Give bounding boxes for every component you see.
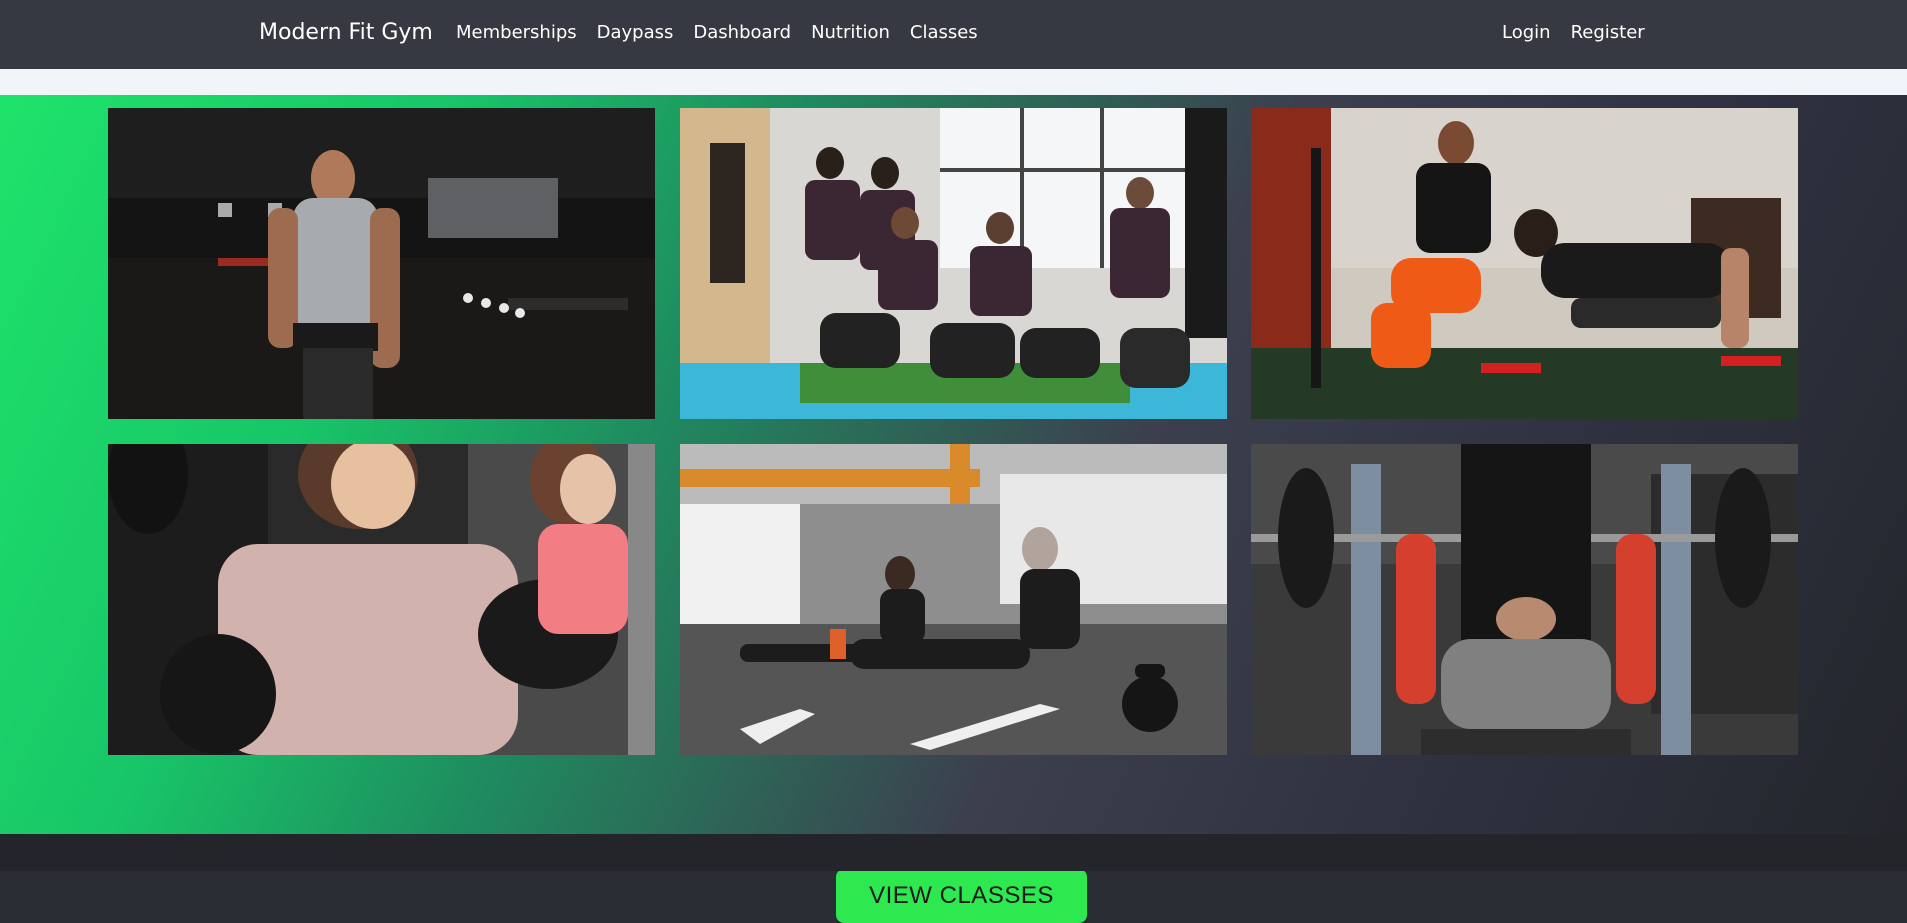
nav-nutrition[interactable]: Nutrition — [811, 22, 890, 43]
nav-classes[interactable]: Classes — [910, 22, 978, 43]
gallery-section: VIEW CLASSES — [0, 95, 1907, 923]
nav-register[interactable]: Register — [1571, 22, 1645, 43]
top-navbar: Modern Fit Gym Memberships Daypass Dashb… — [0, 0, 1907, 69]
gallery-photo-6[interactable] — [1251, 444, 1798, 755]
gallery-photo-5[interactable] — [680, 444, 1227, 755]
light-divider-strip — [0, 69, 1907, 95]
nav-dashboard[interactable]: Dashboard — [693, 22, 791, 43]
gallery-photo-4[interactable] — [108, 444, 655, 755]
gallery-photo-2[interactable] — [680, 108, 1227, 419]
nav-daypass[interactable]: Daypass — [597, 22, 674, 43]
auth-nav: Login Register — [1502, 22, 1645, 43]
main-nav: Memberships Daypass Dashboard Nutrition … — [456, 22, 978, 43]
view-classes-button[interactable]: VIEW CLASSES — [836, 869, 1087, 923]
footer-band — [0, 834, 1907, 871]
brand-link[interactable]: Modern Fit Gym — [259, 20, 433, 45]
gallery-photo-1[interactable] — [108, 108, 655, 419]
gallery-photo-3[interactable] — [1251, 108, 1798, 419]
nav-memberships[interactable]: Memberships — [456, 22, 577, 43]
nav-login[interactable]: Login — [1502, 22, 1551, 43]
